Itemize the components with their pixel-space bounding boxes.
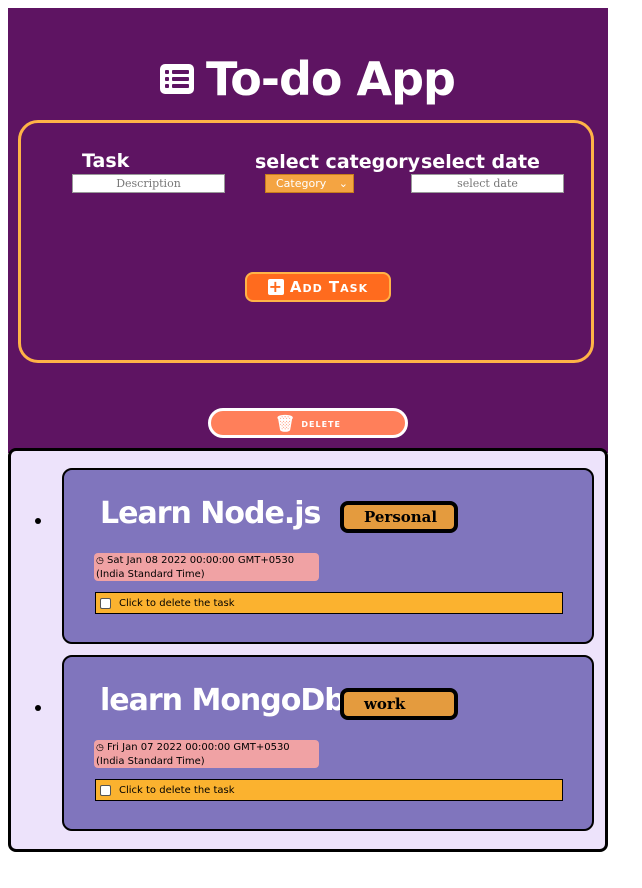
task-label: Task [82, 150, 130, 172]
date-label: select date [421, 151, 540, 173]
list-bullet [35, 518, 41, 524]
delete-button[interactable]: 🗑 delete [208, 408, 408, 438]
category-select-value: Category [276, 177, 327, 190]
category-badge: Personal [340, 501, 458, 533]
delete-task-checkbox[interactable] [100, 784, 111, 796]
date-input[interactable]: select date [411, 174, 564, 193]
task-card: Learn Node.js Personal ◷ Sat Jan 08 2022… [62, 468, 594, 644]
trash-icon: 🗑 [275, 413, 297, 433]
task-card: learn MongoDb work ◷ Fri Jan 07 2022 00:… [62, 655, 594, 831]
app-title: To-do App [160, 44, 456, 114]
delete-label: delete [301, 416, 341, 430]
list-icon [160, 64, 194, 94]
delete-task-text: Click to delete the task [119, 597, 235, 609]
title-text: To-do App [206, 52, 456, 106]
task-date: ◷ Sat Jan 08 2022 00:00:00 GMT+0530 (Ind… [94, 553, 319, 581]
task-date-text: Sat Jan 08 2022 00:00:00 GMT+0530 (India… [96, 555, 295, 580]
clock-icon: ◷ [96, 556, 104, 566]
delete-task-text: Click to delete the task [119, 784, 235, 796]
add-task-button[interactable]: + Add Task [245, 272, 391, 302]
list-bullet [35, 705, 41, 711]
task-date-text: Fri Jan 07 2022 00:00:00 GMT+0530 (India… [96, 742, 290, 767]
category-badge: work [340, 688, 458, 720]
plus-icon: + [267, 277, 284, 296]
task-description-input[interactable]: Description [72, 174, 225, 193]
delete-task-row[interactable]: Click to delete the task [95, 779, 563, 801]
delete-task-row[interactable]: Click to delete the task [95, 592, 563, 614]
chevron-down-icon: ⌄ [338, 177, 348, 190]
delete-task-checkbox[interactable] [100, 597, 111, 609]
category-select[interactable]: Category ⌄ [265, 174, 354, 193]
clock-icon: ◷ [96, 743, 104, 753]
add-task-label: Add Task [289, 278, 369, 296]
task-title: Learn Node.js [100, 496, 321, 531]
category-label: select category [255, 151, 421, 173]
task-date: ◷ Fri Jan 07 2022 00:00:00 GMT+0530 (Ind… [94, 740, 319, 768]
task-title: learn MongoDb [100, 683, 346, 718]
